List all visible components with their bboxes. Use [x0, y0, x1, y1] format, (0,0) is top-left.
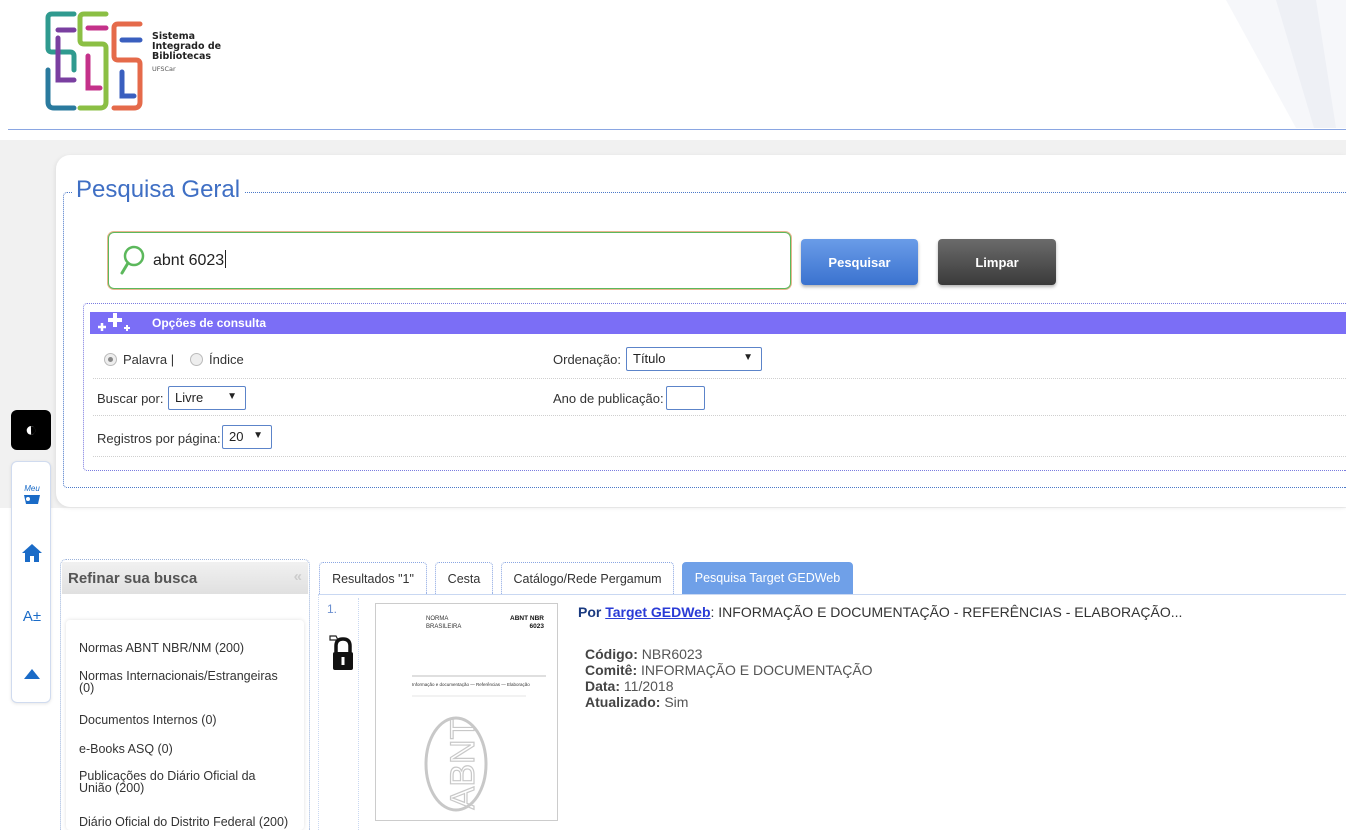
result-title-text: : INFORMAÇÃO E DOCUMENTAÇÃO - REFERÊNCIA…	[710, 604, 1183, 620]
font-size-button[interactable]: A±	[12, 604, 52, 628]
header-decoration	[1226, 0, 1346, 128]
row-divider	[93, 378, 1346, 379]
chevron-down-icon: ▼	[743, 352, 753, 363]
logo-line: Bibliotecas	[152, 51, 212, 62]
tab-pergamum[interactable]: Catálogo/Rede Pergamum	[501, 562, 674, 594]
scroll-top-button[interactable]	[12, 662, 52, 686]
order-select[interactable]: Título ▼	[626, 347, 762, 371]
contrast-button[interactable]: ◐	[11, 410, 51, 450]
collapse-icon[interactable]: «	[294, 568, 302, 585]
thumb-brasileira: BRASILEIRA	[426, 624, 461, 630]
sibi-logo	[45, 11, 143, 111]
refine-item-dodf[interactable]: Diário Oficial do Distrito Federal (200)	[79, 816, 289, 829]
meta-updated: Atualizado: Sim	[585, 694, 689, 710]
chevron-down-icon: ▼	[227, 391, 237, 402]
search-query: abnt 6023	[153, 250, 227, 269]
radio-icon	[104, 353, 117, 366]
search-button[interactable]: Pesquisar	[801, 239, 918, 285]
thumb-code-top: ABNT NBR	[510, 615, 544, 622]
thumb-doc-title: Informação e documentação — Referências …	[412, 682, 530, 687]
result-title: Por Target GEDWeb: INFORMAÇÃO E DOCUMENT…	[578, 604, 1182, 620]
accessibility-toolbar: Meu A±	[11, 461, 51, 703]
search-by-label: Buscar por:	[97, 391, 164, 406]
options-title: Opções de consulta	[152, 316, 267, 330]
menu-button[interactable]: Meu	[12, 480, 52, 510]
tab-target-gedweb[interactable]: Pesquisa Target GEDWeb	[682, 562, 853, 594]
lock-icon[interactable]	[326, 632, 356, 672]
refine-item-internal[interactable]: Documentos Internos (0)	[79, 714, 289, 727]
column-divider	[358, 598, 359, 830]
search-by-select[interactable]: Livre ▼	[168, 386, 246, 410]
year-label: Ano de publicação:	[553, 391, 664, 406]
refine-item-ebooks[interactable]: e-Books ASQ (0)	[79, 743, 289, 756]
meta-committee: Comitê: INFORMAÇÃO E DOCUMENTAÇÃO	[585, 662, 873, 678]
row-divider	[93, 456, 1346, 457]
logo-text: Sistema Integrado de Bibliotecas UFSCar	[152, 32, 221, 74]
tab-basket[interactable]: Cesta	[435, 562, 493, 594]
meta-date: Data: 11/2018	[585, 678, 674, 694]
refine-header: Refinar sua busca «	[62, 562, 308, 594]
meta-code: Código: NBR6023	[585, 646, 703, 662]
search-input[interactable]: abnt 6023	[108, 232, 791, 289]
thumb-logo: ABNT	[444, 719, 482, 810]
options-toggle[interactable]: Opções de consulta	[90, 312, 1346, 334]
thumbnail-cover: NORMA BRASILEIRA ABNT NBR 6023 Informaçã…	[412, 615, 546, 812]
tab-results[interactable]: Resultados "1"	[319, 562, 427, 594]
per-page-select[interactable]: 20 ▼	[222, 425, 272, 449]
arrow-up-icon	[24, 669, 40, 679]
menu-label: Meu	[24, 484, 40, 493]
refine-item-international[interactable]: Normas Internacionais/Estrangeiras (0)	[79, 670, 289, 695]
radio-icon	[190, 353, 203, 366]
thumb-norma: NORMA	[426, 616, 448, 622]
chevron-down-icon: ▼	[253, 430, 263, 441]
result-number: 1.	[327, 602, 338, 616]
logo-sub: UFSCar	[152, 65, 176, 73]
radio-index[interactable]: Índice	[190, 352, 244, 367]
document-thumbnail[interactable]: NORMA BRASILEIRA ABNT NBR 6023 Informaçã…	[375, 603, 558, 821]
row-divider	[93, 415, 1346, 416]
source-link[interactable]: Target GEDWeb	[605, 604, 710, 620]
page-title: Pesquisa Geral	[72, 176, 245, 204]
refine-item-abnt[interactable]: Normas ABNT NBR/NM (200)	[79, 642, 289, 655]
order-label: Ordenação:	[553, 352, 621, 367]
year-input[interactable]	[666, 386, 705, 410]
refine-item-dou[interactable]: Publicações do Diário Oficial da União (…	[79, 770, 289, 795]
menu-icon	[24, 495, 40, 504]
refine-title: Refinar sua busca	[68, 570, 198, 587]
expand-plus-icon	[98, 313, 130, 331]
header-divider	[8, 129, 1346, 130]
thumb-code-num: 6023	[530, 623, 545, 630]
per-page-label: Registros por página:	[97, 431, 221, 446]
search-icon	[120, 245, 145, 275]
home-button[interactable]	[12, 540, 52, 566]
clear-button[interactable]: Limpar	[938, 239, 1056, 285]
home-icon	[22, 544, 42, 562]
radio-word[interactable]: Palavra |	[104, 352, 174, 367]
by-label: Por	[578, 604, 602, 620]
